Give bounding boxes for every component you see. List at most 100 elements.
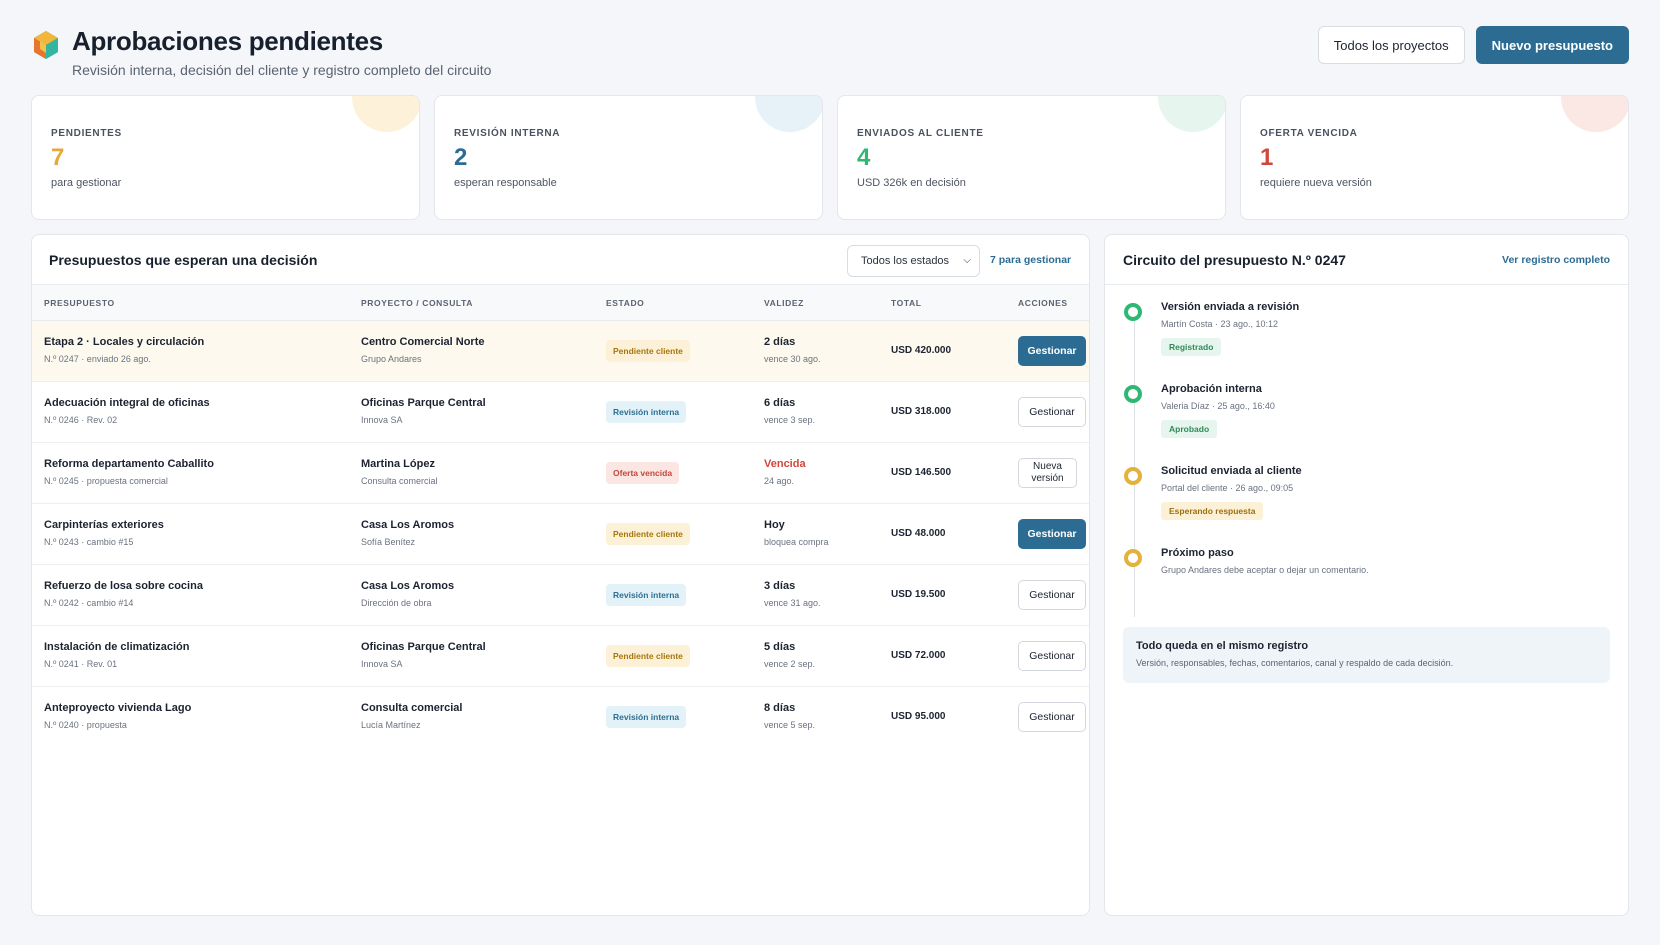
stats-row: PENDIENTES 7 para gestionar REVISIÓN INT… <box>31 95 1629 220</box>
page-title: Aprobaciones pendientes <box>72 26 383 56</box>
stat-value: 1 <box>1260 144 1274 171</box>
manage-button[interactable]: Gestionar <box>1018 702 1086 732</box>
status-badge: Revisión interna <box>606 401 687 423</box>
total-amount: USD 19.500 <box>891 589 946 600</box>
budget-ref: N.º 0245 · propuesta comercial <box>44 476 168 486</box>
step-title: Versión enviada a revisión <box>1161 301 1300 313</box>
page-header: Aprobaciones pendientes Revisión interna… <box>31 26 1629 80</box>
stat-label: ENVIADOS AL CLIENTE <box>857 128 984 139</box>
step-meta: Valeria Díaz · 25 ago., 16:40 <box>1161 401 1275 411</box>
budget-name: Reforma departamento Caballito <box>44 458 214 470</box>
validity-value: 5 días <box>764 641 796 653</box>
stat-card-expired-offer: OFERTA VENCIDA 1 requiere nueva versión <box>1240 95 1629 220</box>
project-name: Oficinas Parque Central <box>361 397 486 409</box>
decorative-circle <box>352 96 419 132</box>
project-client: Innova SA <box>361 659 403 669</box>
column-header: PROYECTO / CONSULTA <box>361 298 473 308</box>
table-row[interactable]: Adecuación integral de oficinas N.º 0246… <box>32 382 1089 443</box>
validity-value: 6 días <box>764 397 796 409</box>
validity-sub: vence 3 sep. <box>764 415 816 425</box>
validity-sub: vence 31 ago. <box>764 598 821 608</box>
button-label: versión <box>1031 473 1064 484</box>
project-client: Grupo Andares <box>361 354 422 364</box>
manage-button[interactable]: Gestionar <box>1018 641 1086 671</box>
total-amount: USD 146.500 <box>891 467 952 478</box>
view-full-log-link[interactable]: Ver registro completo <box>1502 254 1610 266</box>
budget-ref: N.º 0247 · enviado 26 ago. <box>44 354 151 364</box>
stat-label: PENDIENTES <box>51 128 122 139</box>
table-row[interactable]: Anteproyecto vivienda Lago N.º 0240 · pr… <box>32 687 1089 748</box>
decorative-circle <box>1561 96 1628 132</box>
stat-desc: USD 326k en decisión <box>857 177 966 189</box>
budget-ref: N.º 0246 · Rev. 02 <box>44 415 118 425</box>
step-badge: Registrado <box>1161 338 1222 356</box>
budget-ref: N.º 0241 · Rev. 01 <box>44 659 118 669</box>
step-badge: Esperando respuesta <box>1161 502 1264 520</box>
budget-name: Refuerzo de losa sobre cocina <box>44 580 203 592</box>
manage-button[interactable]: Gestionar <box>1018 519 1086 549</box>
manage-count-link[interactable]: 7 para gestionar <box>990 254 1071 266</box>
column-header: ESTADO <box>606 298 645 308</box>
table-row[interactable]: Refuerzo de losa sobre cocina N.º 0242 ·… <box>32 565 1089 626</box>
project-name: Centro Comercial Norte <box>361 336 485 348</box>
stat-value: 4 <box>857 144 871 171</box>
validity-sub: vence 30 ago. <box>764 354 821 364</box>
budgets-table-panel: Presupuestos que esperan una decisión To… <box>31 234 1090 916</box>
new-budget-button[interactable]: Nuevo presupuesto <box>1475 26 1629 64</box>
validity-sub: 24 ago. <box>764 476 795 486</box>
table-row[interactable]: Instalación de climatización N.º 0241 · … <box>32 626 1089 687</box>
manage-button[interactable]: Gestionar <box>1018 336 1086 366</box>
column-header: TOTAL <box>891 298 922 308</box>
table-panel-header: Presupuestos que esperan una decisión To… <box>32 235 1089 285</box>
table-row[interactable]: Reforma departamento Caballito N.º 0245 … <box>32 443 1089 504</box>
validity-value: 8 días <box>764 702 796 714</box>
stat-value: 2 <box>454 144 468 171</box>
total-amount: USD 318.000 <box>891 406 952 417</box>
status-badge: Pendiente cliente <box>606 523 690 545</box>
status-filter-select[interactable]: Todos los estados ⌵ <box>847 245 980 277</box>
validity-sub: bloquea compra <box>764 537 829 547</box>
table-header-row: PRESUPUESTO PROYECTO / CONSULTA ESTADO V… <box>32 285 1089 321</box>
step-complete-icon <box>1124 385 1142 403</box>
decorative-circle <box>1158 96 1225 132</box>
stat-label: OFERTA VENCIDA <box>1260 128 1358 139</box>
stat-label: REVISIÓN INTERNA <box>454 128 561 139</box>
project-name: Oficinas Parque Central <box>361 641 486 653</box>
budget-ref: N.º 0242 · cambio #14 <box>44 598 134 608</box>
step-badge: Aprobado <box>1161 420 1218 438</box>
step-pending-icon <box>1124 467 1142 485</box>
manage-button[interactable]: Gestionar <box>1018 580 1086 610</box>
project-client: Lucía Martínez <box>361 720 421 730</box>
note-title: Todo queda en el mismo registro <box>1136 640 1309 652</box>
budget-ref: N.º 0240 · propuesta <box>44 720 127 730</box>
table-row[interactable]: Carpinterías exteriores N.º 0243 · cambi… <box>32 504 1089 565</box>
project-client: Innova SA <box>361 415 403 425</box>
step-title: Aprobación interna <box>1161 383 1262 395</box>
budget-name: Etapa 2 · Locales y circulación <box>44 336 205 348</box>
validity-sub: vence 5 sep. <box>764 720 816 730</box>
column-header: PRESUPUESTO <box>44 298 115 308</box>
manage-button[interactable]: Gestionar <box>1018 397 1086 427</box>
validity-sub: vence 2 sep. <box>764 659 816 669</box>
step-complete-icon <box>1124 303 1142 321</box>
status-badge: Revisión interna <box>606 584 687 606</box>
table-title: Presupuestos que esperan una decisión <box>49 252 318 268</box>
project-name: Casa Los Aromos <box>361 519 455 531</box>
total-amount: USD 95.000 <box>891 711 946 722</box>
column-header: VALIDEZ <box>764 298 804 308</box>
budget-ref: N.º 0243 · cambio #15 <box>44 537 134 547</box>
circuit-panel-header: Circuito del presupuesto N.º 0247 Ver re… <box>1105 235 1628 285</box>
timeline-line <box>1134 307 1135 617</box>
button-label: Nueva <box>1033 461 1062 472</box>
column-header: ACCIONES <box>1018 298 1068 308</box>
page-subtitle: Revisión interna, decisión del cliente y… <box>72 62 492 78</box>
all-projects-button[interactable]: Todos los proyectos <box>1317 26 1465 64</box>
table-row[interactable]: Etapa 2 · Locales y circulación N.º 0247… <box>32 321 1089 382</box>
status-badge: Oferta vencida <box>606 462 680 484</box>
chevron-down-icon: ⌵ <box>963 255 971 266</box>
budget-circuit-panel: Circuito del presupuesto N.º 0247 Ver re… <box>1104 234 1629 916</box>
project-client: Dirección de obra <box>361 598 432 608</box>
step-meta: Portal del cliente · 26 ago., 09:05 <box>1161 483 1294 493</box>
stat-card-internal-review: REVISIÓN INTERNA 2 esperan responsable <box>434 95 823 220</box>
new-version-button[interactable]: Nueva versión <box>1018 458 1077 488</box>
